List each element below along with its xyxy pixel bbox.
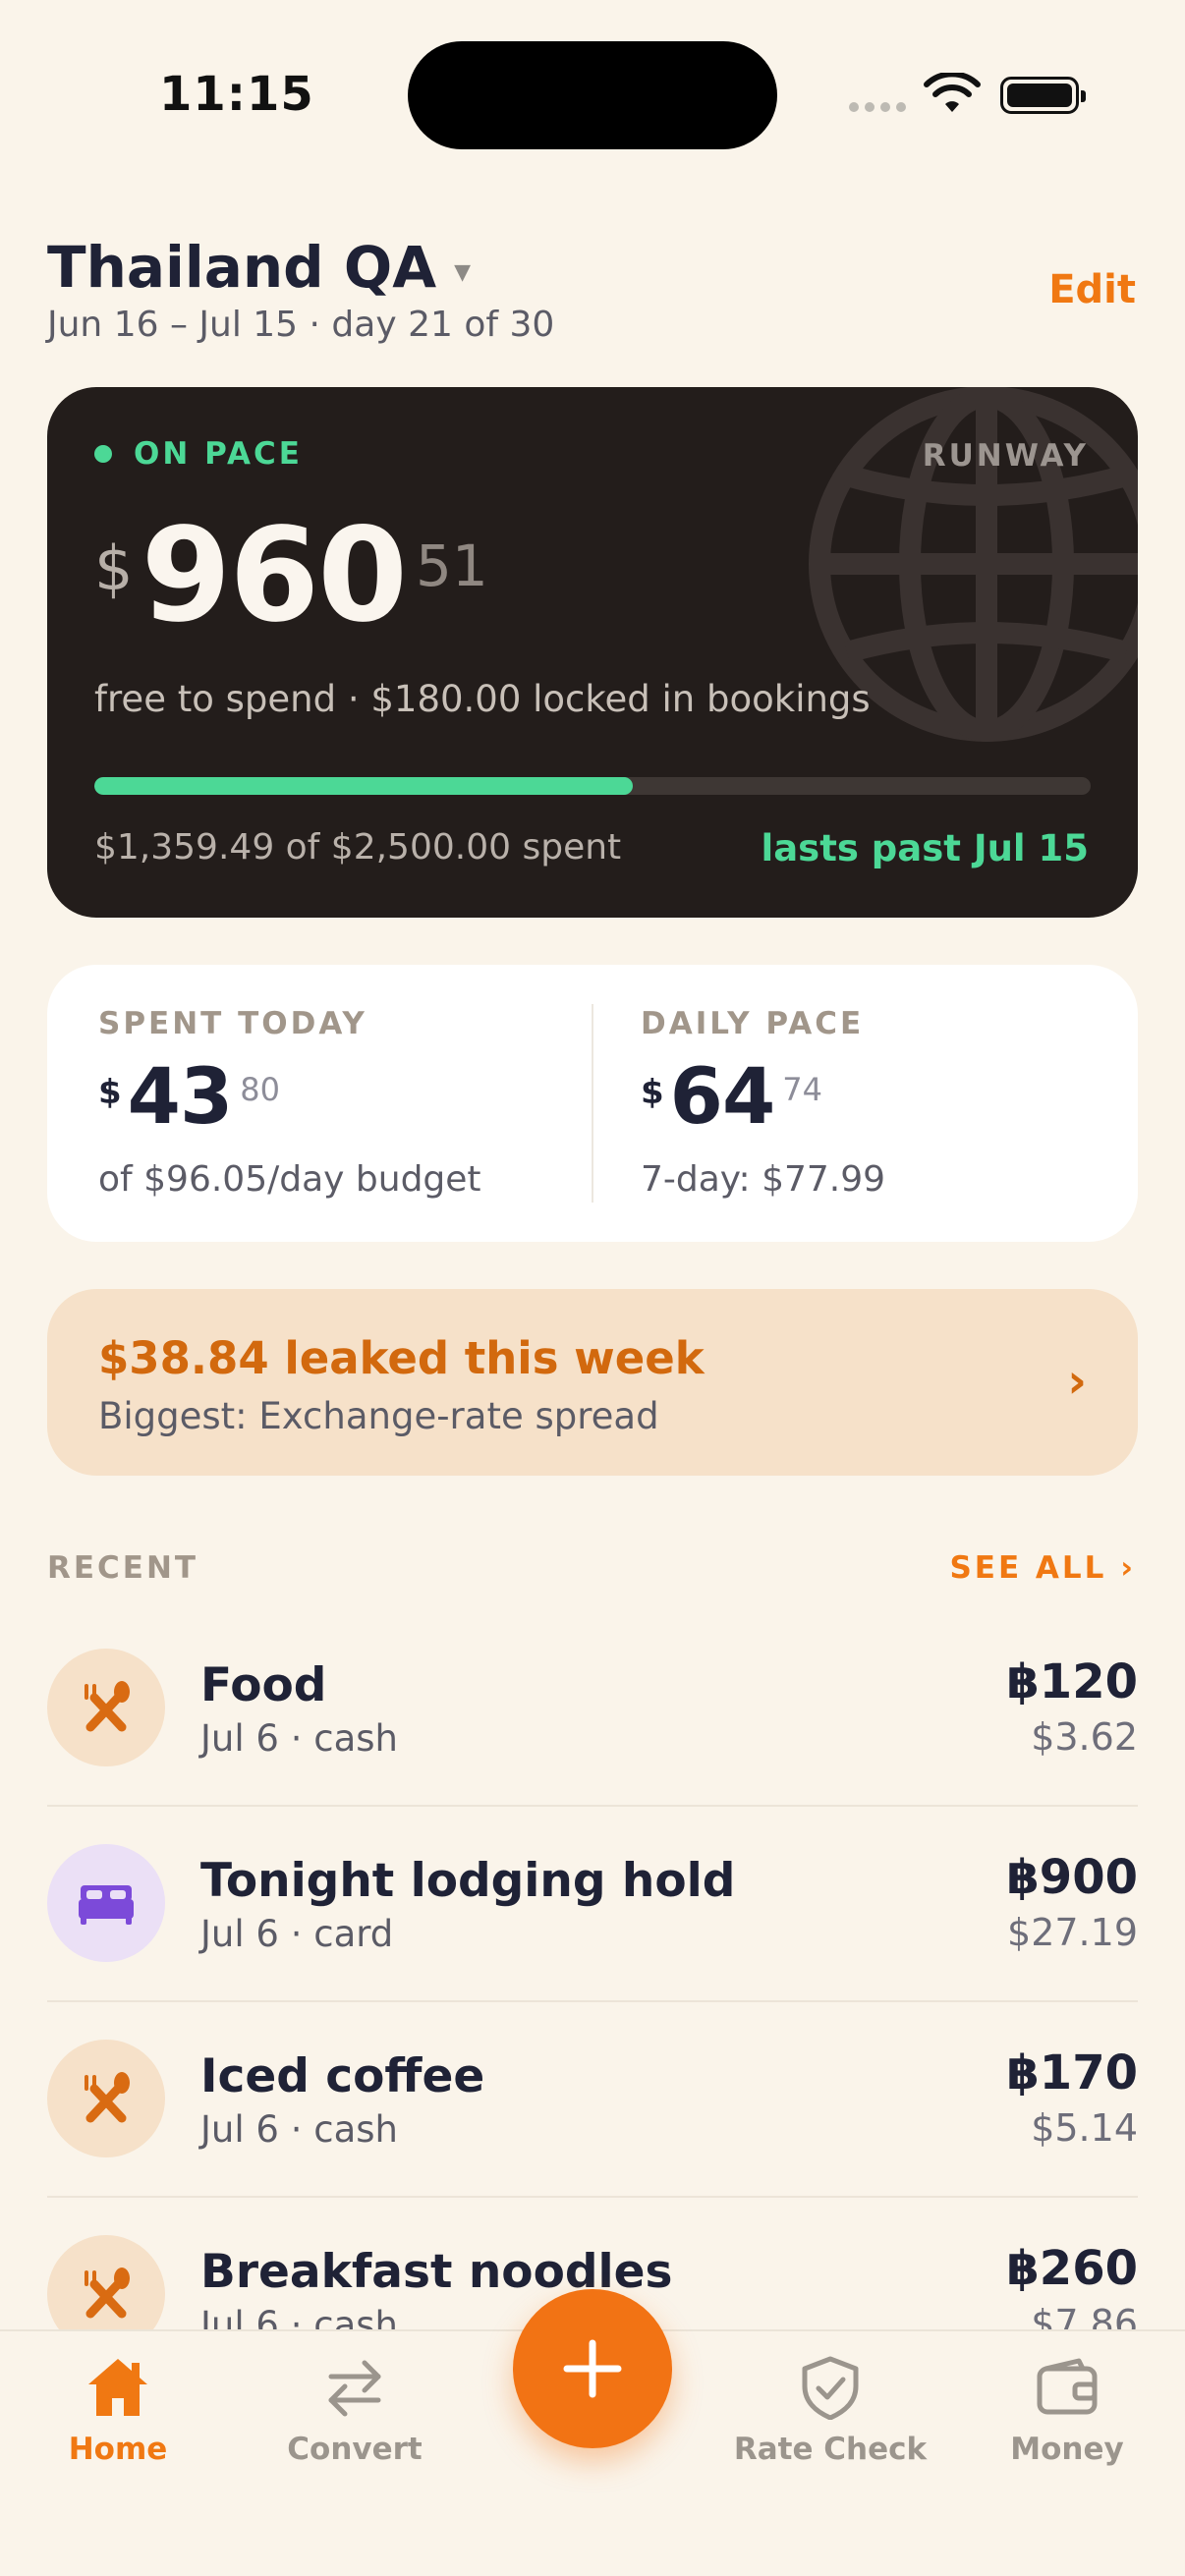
transaction-local-amount: ฿120 <box>1006 1654 1138 1709</box>
trip-dates: Jun 16 – Jul 15 · day 21 of 30 <box>47 305 555 345</box>
daily-stats-card: SPENT TODAY $ 43 80 of $96.05/day budget… <box>47 965 1138 1242</box>
status-time: 11:15 <box>159 67 314 122</box>
tab-rate-check[interactable]: Rate Check <box>712 2355 948 2467</box>
budget-progress-bar <box>94 777 1091 795</box>
daily-pace-sub: 7-day: $77.99 <box>641 1159 886 1200</box>
battery-icon <box>1000 77 1086 114</box>
transaction-name: Iced coffee <box>200 2049 485 2103</box>
see-all-link[interactable]: SEE ALL › <box>949 1550 1136 1586</box>
stats-divider <box>592 1004 593 1203</box>
tab-convert-label: Convert <box>287 2432 423 2467</box>
transaction-usd-amount: $5.14 <box>1031 2106 1138 2150</box>
runway-currency: $ <box>94 532 134 604</box>
transaction-local-amount: ฿900 <box>1006 1850 1138 1905</box>
daily-pace-label: DAILY PACE <box>641 1006 865 1041</box>
transaction-row[interactable]: Food Jul 6 · cash ฿120 $3.62 <box>47 1611 1138 1807</box>
wifi-icon <box>924 73 981 112</box>
leak-subtitle: Biggest: Exchange-rate spread <box>98 1395 659 1437</box>
spent-today-whole: 43 <box>127 1053 234 1142</box>
tab-convert[interactable]: Convert <box>237 2355 473 2467</box>
leak-title: $38.84 leaked this week <box>98 1332 705 1384</box>
trip-selector[interactable]: Thailand QA ▼ <box>47 234 471 301</box>
leak-banner[interactable]: $38.84 leaked this week Biggest: Exchang… <box>47 1289 1138 1476</box>
bed-icon <box>47 1844 165 1962</box>
dynamic-island <box>408 41 777 149</box>
chevron-right-icon: › <box>1067 1354 1087 1409</box>
transaction-meta: Jul 6 · cash <box>200 2108 398 2151</box>
daily-pace-whole: 64 <box>669 1053 776 1142</box>
spent-today-sub: of $96.05/day budget <box>98 1159 481 1200</box>
runway-card[interactable]: ON PACE RUNWAY $ 960 51 free to spend · … <box>47 387 1138 918</box>
utensils-icon <box>47 1649 165 1766</box>
add-expense-button[interactable] <box>513 2289 672 2448</box>
runway-amount-cents: 51 <box>416 532 488 599</box>
runway-subtitle: free to spend · $180.00 locked in bookin… <box>94 678 871 720</box>
recent-heading: RECENT <box>47 1550 199 1586</box>
plus-icon <box>563 2339 622 2398</box>
spent-today-cents: 80 <box>240 1071 280 1108</box>
lasts-projection: lasts past Jul 15 <box>761 827 1089 869</box>
daily-pace-cents: 74 <box>782 1071 822 1108</box>
runway-amount-whole: 960 <box>141 500 408 651</box>
pace-status: ON PACE <box>94 436 303 472</box>
transaction-meta: Jul 6 · card <box>200 1913 394 1955</box>
runway-amount: $ 960 51 <box>94 500 488 651</box>
daily-pace-stat[interactable]: DAILY PACE $ 64 74 7-day: $77.99 <box>641 1006 885 1200</box>
tab-home[interactable]: Home <box>0 2355 236 2467</box>
transaction-row[interactable]: Iced coffee Jul 6 · cash ฿170 $5.14 <box>47 2002 1138 2198</box>
home-icon <box>88 2359 147 2416</box>
tab-money[interactable]: Money <box>949 2355 1185 2467</box>
transaction-row[interactable]: Tonight lodging hold Jul 6 · card ฿900 $… <box>47 1807 1138 2002</box>
transaction-local-amount: ฿170 <box>1006 2045 1138 2100</box>
daily-pace-amount: $ 64 74 <box>641 1059 885 1136</box>
spent-today-amount: $ 43 80 <box>98 1059 481 1136</box>
shield-check-icon <box>802 2356 859 2420</box>
spent-summary: $1,359.49 of $2,500.00 spent <box>94 827 622 868</box>
pace-label: ON PACE <box>134 436 303 472</box>
spent-today-stat[interactable]: SPENT TODAY $ 43 80 of $96.05/day budget <box>98 1006 481 1200</box>
transaction-list: Food Jul 6 · cash ฿120 $3.62 Tonight lod… <box>47 1611 1138 2393</box>
runway-label: RUNWAY <box>922 438 1089 474</box>
tab-rate-check-label: Rate Check <box>733 2432 928 2467</box>
budget-progress-fill <box>94 777 633 795</box>
transaction-name: Food <box>200 1658 327 1712</box>
trip-title: Thailand QA <box>47 234 437 301</box>
transaction-usd-amount: $3.62 <box>1031 1715 1138 1759</box>
transaction-local-amount: ฿260 <box>1006 2241 1138 2296</box>
edit-button[interactable]: Edit <box>1048 267 1136 312</box>
transaction-name: Tonight lodging hold <box>200 1854 736 1908</box>
wallet-icon <box>1037 2358 1098 2415</box>
pace-dot-icon <box>94 445 112 463</box>
transaction-meta: Jul 6 · cash <box>200 1717 398 1760</box>
utensils-icon <box>47 2040 165 2157</box>
tab-money-label: Money <box>1010 2432 1124 2467</box>
spent-today-label: SPENT TODAY <box>98 1006 367 1041</box>
caret-down-icon: ▼ <box>454 259 472 285</box>
tab-home-label: Home <box>68 2432 168 2467</box>
spent-today-currency: $ <box>98 1073 122 1112</box>
swap-arrows-icon <box>328 2360 381 2417</box>
cellular-signal-icon <box>849 102 906 112</box>
daily-pace-currency: $ <box>641 1073 664 1112</box>
transaction-usd-amount: $27.19 <box>1007 1911 1138 1954</box>
